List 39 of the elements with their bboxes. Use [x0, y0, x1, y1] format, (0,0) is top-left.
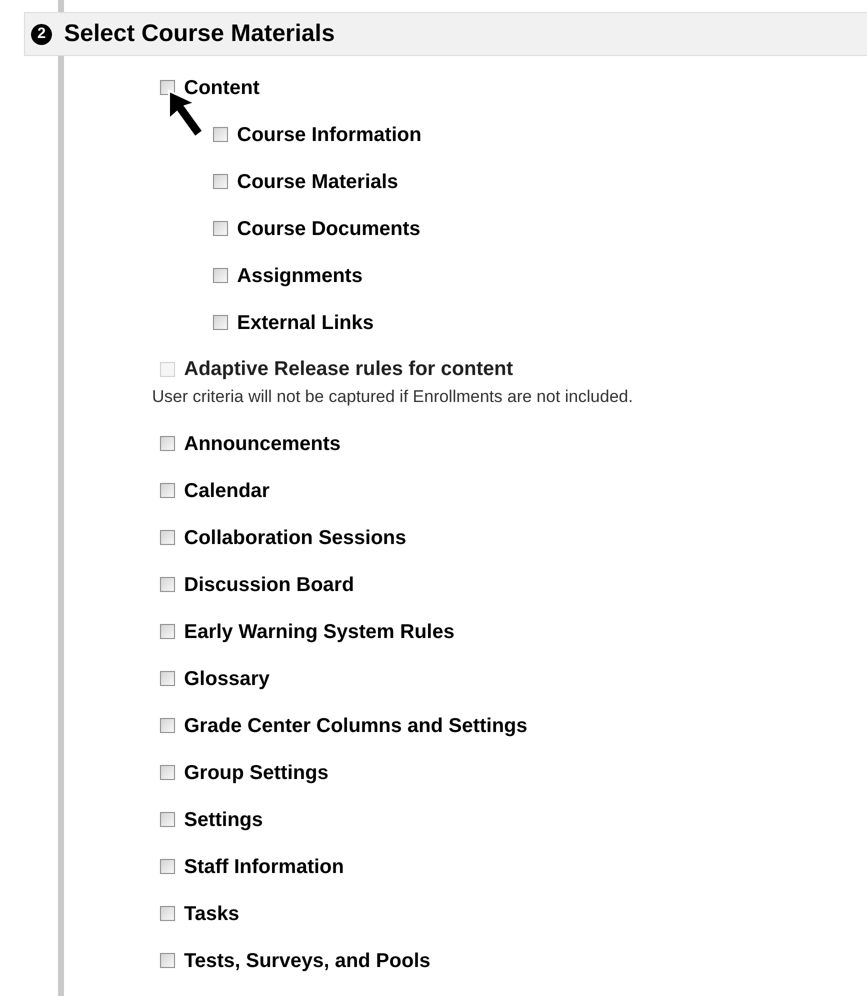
checkbox[interactable]: [213, 315, 228, 330]
checkbox[interactable]: [160, 436, 175, 451]
checkbox-label: External Links: [237, 310, 374, 336]
checkbox[interactable]: [160, 859, 175, 874]
checkbox[interactable]: [160, 906, 175, 921]
checkbox-label: Tasks: [184, 902, 240, 926]
checkbox[interactable]: [160, 483, 175, 498]
checkbox[interactable]: [160, 812, 175, 827]
checkbox[interactable]: [213, 127, 228, 142]
checkbox[interactable]: [160, 577, 175, 592]
checkbox-label: Settings: [184, 808, 263, 832]
checkbox-label: Group Settings: [184, 760, 328, 786]
checkbox[interactable]: [160, 624, 175, 639]
checkbox[interactable]: [213, 268, 228, 283]
checkbox-label: Assignments: [237, 264, 363, 288]
step-number: 2: [31, 24, 52, 44]
checkbox[interactable]: [213, 221, 228, 236]
checkbox-label: Early Warning System Rules: [184, 620, 454, 644]
checkbox-label: Discussion Board: [184, 572, 354, 598]
checkbox[interactable]: [160, 718, 175, 733]
help-text: User criteria will not be captured if Enrollments are not included.: [152, 386, 634, 406]
checkbox[interactable]: [160, 671, 175, 686]
checkbox-label: Staff Information: [184, 854, 344, 880]
checkbox-label: Grade Center Columns and Settings: [184, 714, 528, 738]
checkbox[interactable]: [160, 765, 175, 780]
checkbox-label: Calendar: [184, 478, 270, 504]
checkbox-label: Tests, Surveys, and Pools: [184, 948, 430, 974]
checkbox-label: Content: [184, 76, 260, 100]
checkbox-label: Course Information: [237, 122, 422, 148]
checkbox-label: Glossary: [184, 666, 270, 692]
checkbox[interactable]: [213, 174, 228, 189]
checkbox[interactable]: [160, 953, 175, 968]
checkbox-label: Announcements: [184, 432, 341, 456]
checkbox-label: Course Documents: [237, 216, 420, 242]
checkbox[interactable]: [160, 530, 175, 545]
section-title: Select Course Materials: [64, 19, 335, 49]
checkbox-label: Collaboration Sessions: [184, 526, 406, 550]
checkbox-label: Course Materials: [237, 170, 398, 194]
checkbox-label: Adaptive Release rules for content: [184, 357, 513, 382]
